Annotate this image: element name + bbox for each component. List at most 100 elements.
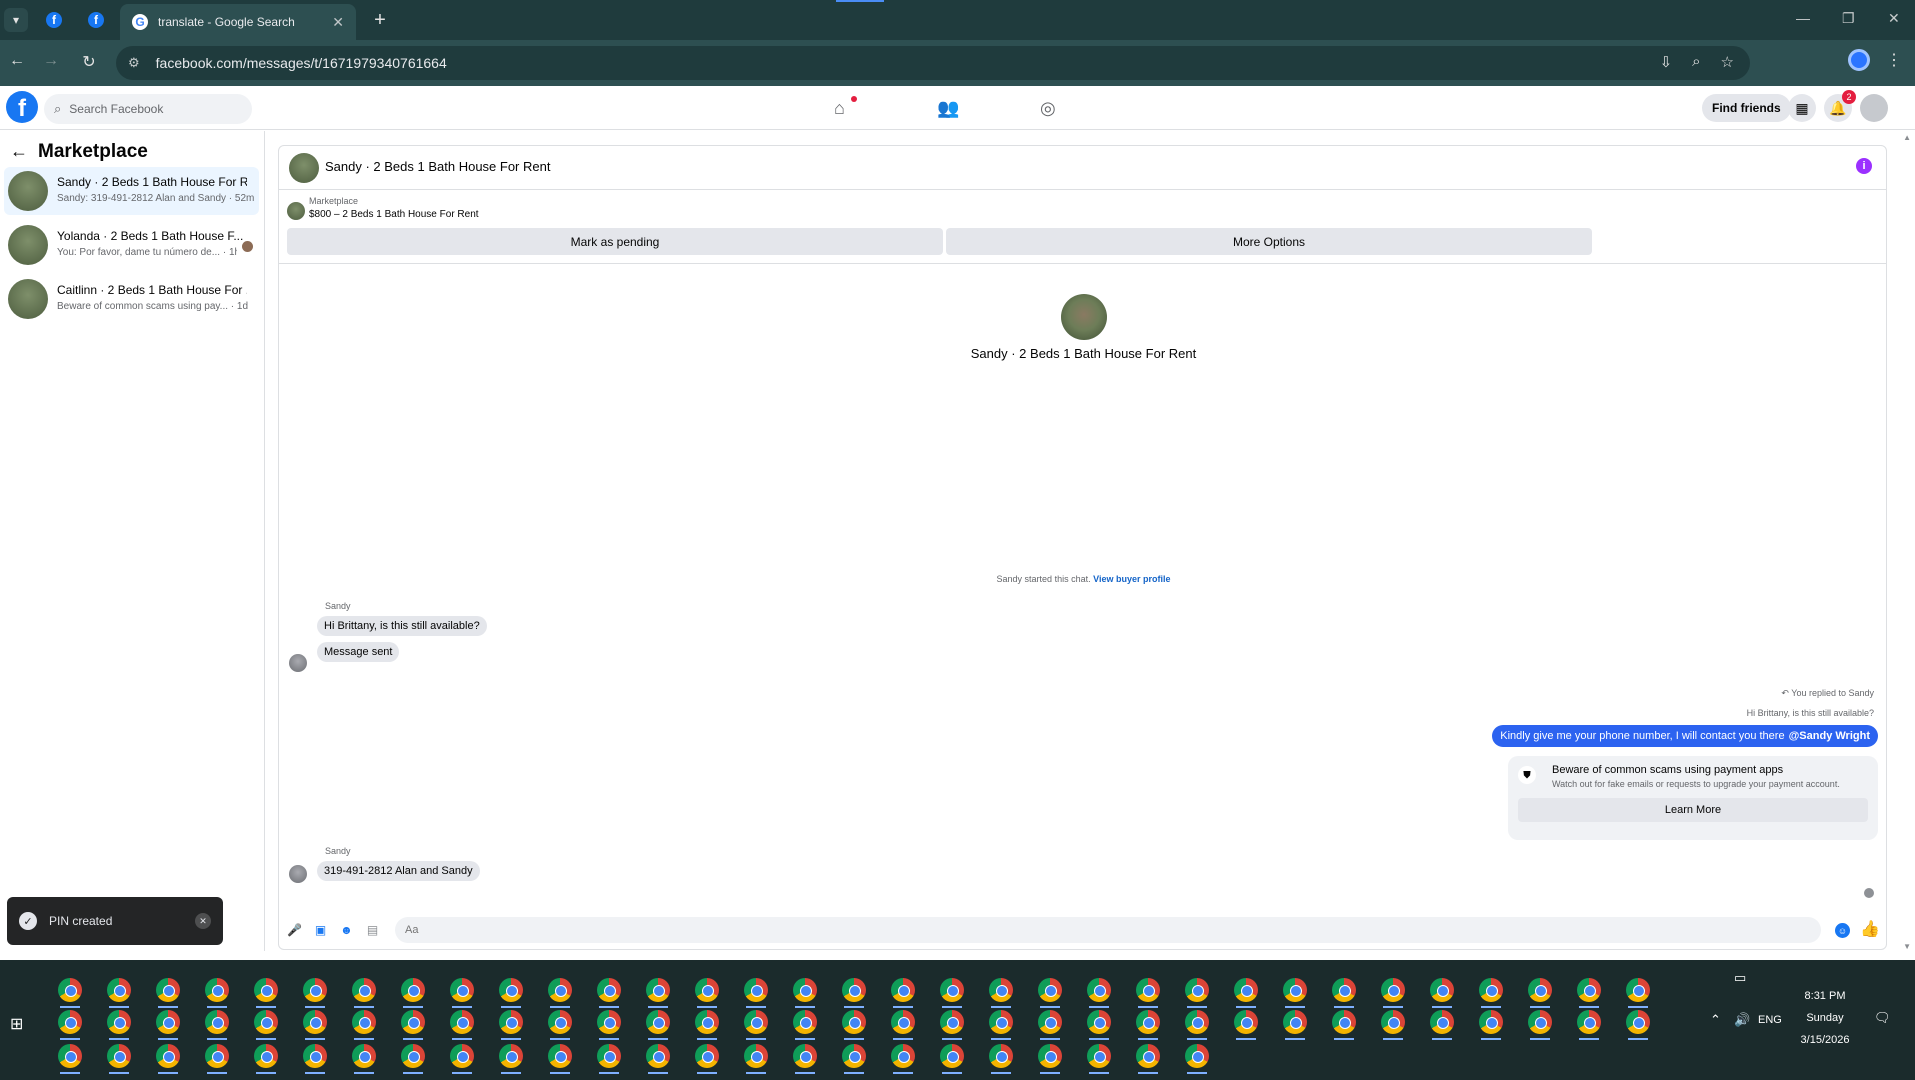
- chrome-taskbar-icon[interactable]: [352, 1010, 376, 1034]
- tray-chevron-icon[interactable]: ⌃: [1710, 1012, 1721, 1028]
- more-options-button[interactable]: More Options: [946, 228, 1592, 255]
- forward-icon[interactable]: →: [40, 52, 62, 70]
- chrome-taskbar-icon[interactable]: [450, 1044, 474, 1068]
- reload-icon[interactable]: ↻: [78, 52, 100, 72]
- chrome-taskbar-icon[interactable]: [891, 1010, 915, 1034]
- search-placeholder[interactable]: Search Facebook: [69, 102, 163, 116]
- chrome-taskbar-icon[interactable]: [499, 978, 523, 1002]
- chrome-taskbar-icon[interactable]: [989, 1044, 1013, 1068]
- zoom-icon[interactable]: ⌕: [1692, 53, 1700, 71]
- toast-close-icon[interactable]: ✕: [195, 913, 211, 929]
- notification-center-icon[interactable]: 🗨: [1874, 1010, 1891, 1026]
- minimize-icon[interactable]: —: [1796, 10, 1810, 26]
- language-indicator[interactable]: ENG: [1758, 1014, 1782, 1026]
- chrome-taskbar-icon[interactable]: [1626, 978, 1650, 1002]
- back-arrow-icon[interactable]: ←: [10, 141, 28, 162]
- chrome-taskbar-icon[interactable]: [156, 978, 180, 1002]
- back-icon[interactable]: ←: [6, 52, 28, 70]
- friends-icon[interactable]: 👥: [937, 98, 959, 119]
- tab-facebook-1[interactable]: f: [34, 8, 74, 32]
- chrome-taskbar-icon[interactable]: [695, 1044, 719, 1068]
- mark-pending-button[interactable]: Mark as pending: [287, 228, 943, 255]
- chrome-taskbar-icon[interactable]: [1087, 978, 1111, 1002]
- chrome-taskbar-icon[interactable]: [891, 1044, 915, 1068]
- chrome-taskbar-icon[interactable]: [303, 1010, 327, 1034]
- thumbs-up-icon[interactable]: 👍: [1860, 919, 1880, 939]
- facebook-search[interactable]: ⌕ Search Facebook: [44, 94, 252, 124]
- chrome-taskbar-icon[interactable]: [940, 1044, 964, 1068]
- photo-icon[interactable]: ▣: [313, 922, 328, 937]
- close-window-icon[interactable]: ✕: [1888, 10, 1900, 27]
- menu-grid-icon[interactable]: ▦: [1788, 94, 1816, 122]
- tab-facebook-2[interactable]: f: [76, 8, 116, 32]
- chrome-taskbar-icon[interactable]: [1234, 1010, 1258, 1034]
- mention[interactable]: @Sandy Wright: [1789, 730, 1870, 742]
- chrome-taskbar-icon[interactable]: [254, 1044, 278, 1068]
- chrome-taskbar-icon[interactable]: [205, 1044, 229, 1068]
- chrome-taskbar-icon[interactable]: [646, 1044, 670, 1068]
- chrome-taskbar-icon[interactable]: [695, 978, 719, 1002]
- chrome-taskbar-icon[interactable]: [842, 1044, 866, 1068]
- chrome-taskbar-icon[interactable]: [744, 978, 768, 1002]
- chrome-taskbar-icon[interactable]: [499, 1044, 523, 1068]
- chrome-taskbar-icon[interactable]: [1283, 1010, 1307, 1034]
- chrome-taskbar-icon[interactable]: [891, 978, 915, 1002]
- chrome-taskbar-icon[interactable]: [352, 1044, 376, 1068]
- clock-time[interactable]: 8:31 PM: [1790, 990, 1860, 1002]
- chrome-taskbar-icon[interactable]: [1430, 978, 1454, 1002]
- microphone-icon[interactable]: 🎤: [287, 922, 302, 937]
- scroll-up-icon[interactable]: ▲: [1903, 133, 1911, 142]
- conversation-item[interactable]: Yolanda · 2 Beds 1 Bath House F... You: …: [4, 221, 259, 269]
- clock-day[interactable]: Sunday: [1790, 1012, 1860, 1024]
- chrome-taskbar-icon[interactable]: [205, 1010, 229, 1034]
- chrome-taskbar-icon[interactable]: [401, 1010, 425, 1034]
- clock-date[interactable]: 3/15/2026: [1790, 1034, 1860, 1046]
- facebook-logo-icon[interactable]: f: [6, 91, 38, 123]
- chrome-taskbar-icon[interactable]: [352, 978, 376, 1002]
- chrome-taskbar-icon[interactable]: [989, 978, 1013, 1002]
- incoming-message[interactable]: Hi Brittany, is this still available?: [317, 616, 487, 636]
- home-icon[interactable]: ⌂: [834, 98, 845, 119]
- chrome-taskbar-icon[interactable]: [401, 1044, 425, 1068]
- chrome-taskbar-icon[interactable]: [744, 1044, 768, 1068]
- install-app-icon[interactable]: ⇩: [1660, 53, 1673, 71]
- chrome-taskbar-icon[interactable]: [499, 1010, 523, 1034]
- chrome-taskbar-icon[interactable]: [254, 1010, 278, 1034]
- chrome-taskbar-icon[interactable]: [1626, 1010, 1650, 1034]
- chrome-taskbar-icon[interactable]: [1528, 978, 1552, 1002]
- chrome-taskbar-icon[interactable]: [1185, 1044, 1209, 1068]
- chrome-taskbar-icon[interactable]: [1087, 1044, 1111, 1068]
- chrome-taskbar-icon[interactable]: [1332, 978, 1356, 1002]
- chrome-taskbar-icon[interactable]: [548, 1010, 572, 1034]
- chrome-taskbar-icon[interactable]: [1185, 978, 1209, 1002]
- chrome-taskbar-icon[interactable]: [1038, 1044, 1062, 1068]
- gif-icon[interactable]: ▤: [365, 922, 380, 937]
- tab-google-search[interactable]: G translate - Google Search ✕: [120, 4, 356, 40]
- chrome-taskbar-icon[interactable]: [1283, 978, 1307, 1002]
- outgoing-message[interactable]: Kindly give me your phone number, I will…: [1492, 725, 1878, 747]
- chrome-taskbar-icon[interactable]: [646, 1010, 670, 1034]
- learn-more-button[interactable]: Learn More: [1518, 798, 1868, 822]
- chrome-taskbar-icon[interactable]: [1528, 1010, 1552, 1034]
- scroll-down-icon[interactable]: ▼: [1903, 942, 1911, 951]
- chrome-taskbar-icon[interactable]: [1577, 978, 1601, 1002]
- restore-icon[interactable]: ❐: [1842, 10, 1855, 27]
- chrome-taskbar-icon[interactable]: [744, 1010, 768, 1034]
- chrome-taskbar-icon[interactable]: [1136, 978, 1160, 1002]
- chrome-taskbar-icon[interactable]: [156, 1044, 180, 1068]
- network-icon[interactable]: ▭: [1734, 970, 1746, 986]
- sender-avatar[interactable]: [289, 654, 307, 672]
- chrome-taskbar-icon[interactable]: [597, 1010, 621, 1034]
- chrome-taskbar-icon[interactable]: [548, 978, 572, 1002]
- chrome-taskbar-icon[interactable]: [793, 1010, 817, 1034]
- conversation-item[interactable]: Sandy · 2 Beds 1 Bath House For R... San…: [4, 167, 259, 215]
- url-text[interactable]: facebook.com/messages/t/1671979340761664: [156, 55, 447, 71]
- chrome-taskbar-icon[interactable]: [156, 1010, 180, 1034]
- chrome-taskbar-icon[interactable]: [1087, 1010, 1111, 1034]
- chrome-taskbar-icon[interactable]: [1136, 1010, 1160, 1034]
- chrome-taskbar-icon[interactable]: [597, 978, 621, 1002]
- chrome-taskbar-icon[interactable]: [254, 978, 278, 1002]
- chrome-taskbar-icon[interactable]: [1479, 978, 1503, 1002]
- chrome-taskbar-icon[interactable]: [107, 1010, 131, 1034]
- chrome-taskbar-icon[interactable]: [107, 978, 131, 1002]
